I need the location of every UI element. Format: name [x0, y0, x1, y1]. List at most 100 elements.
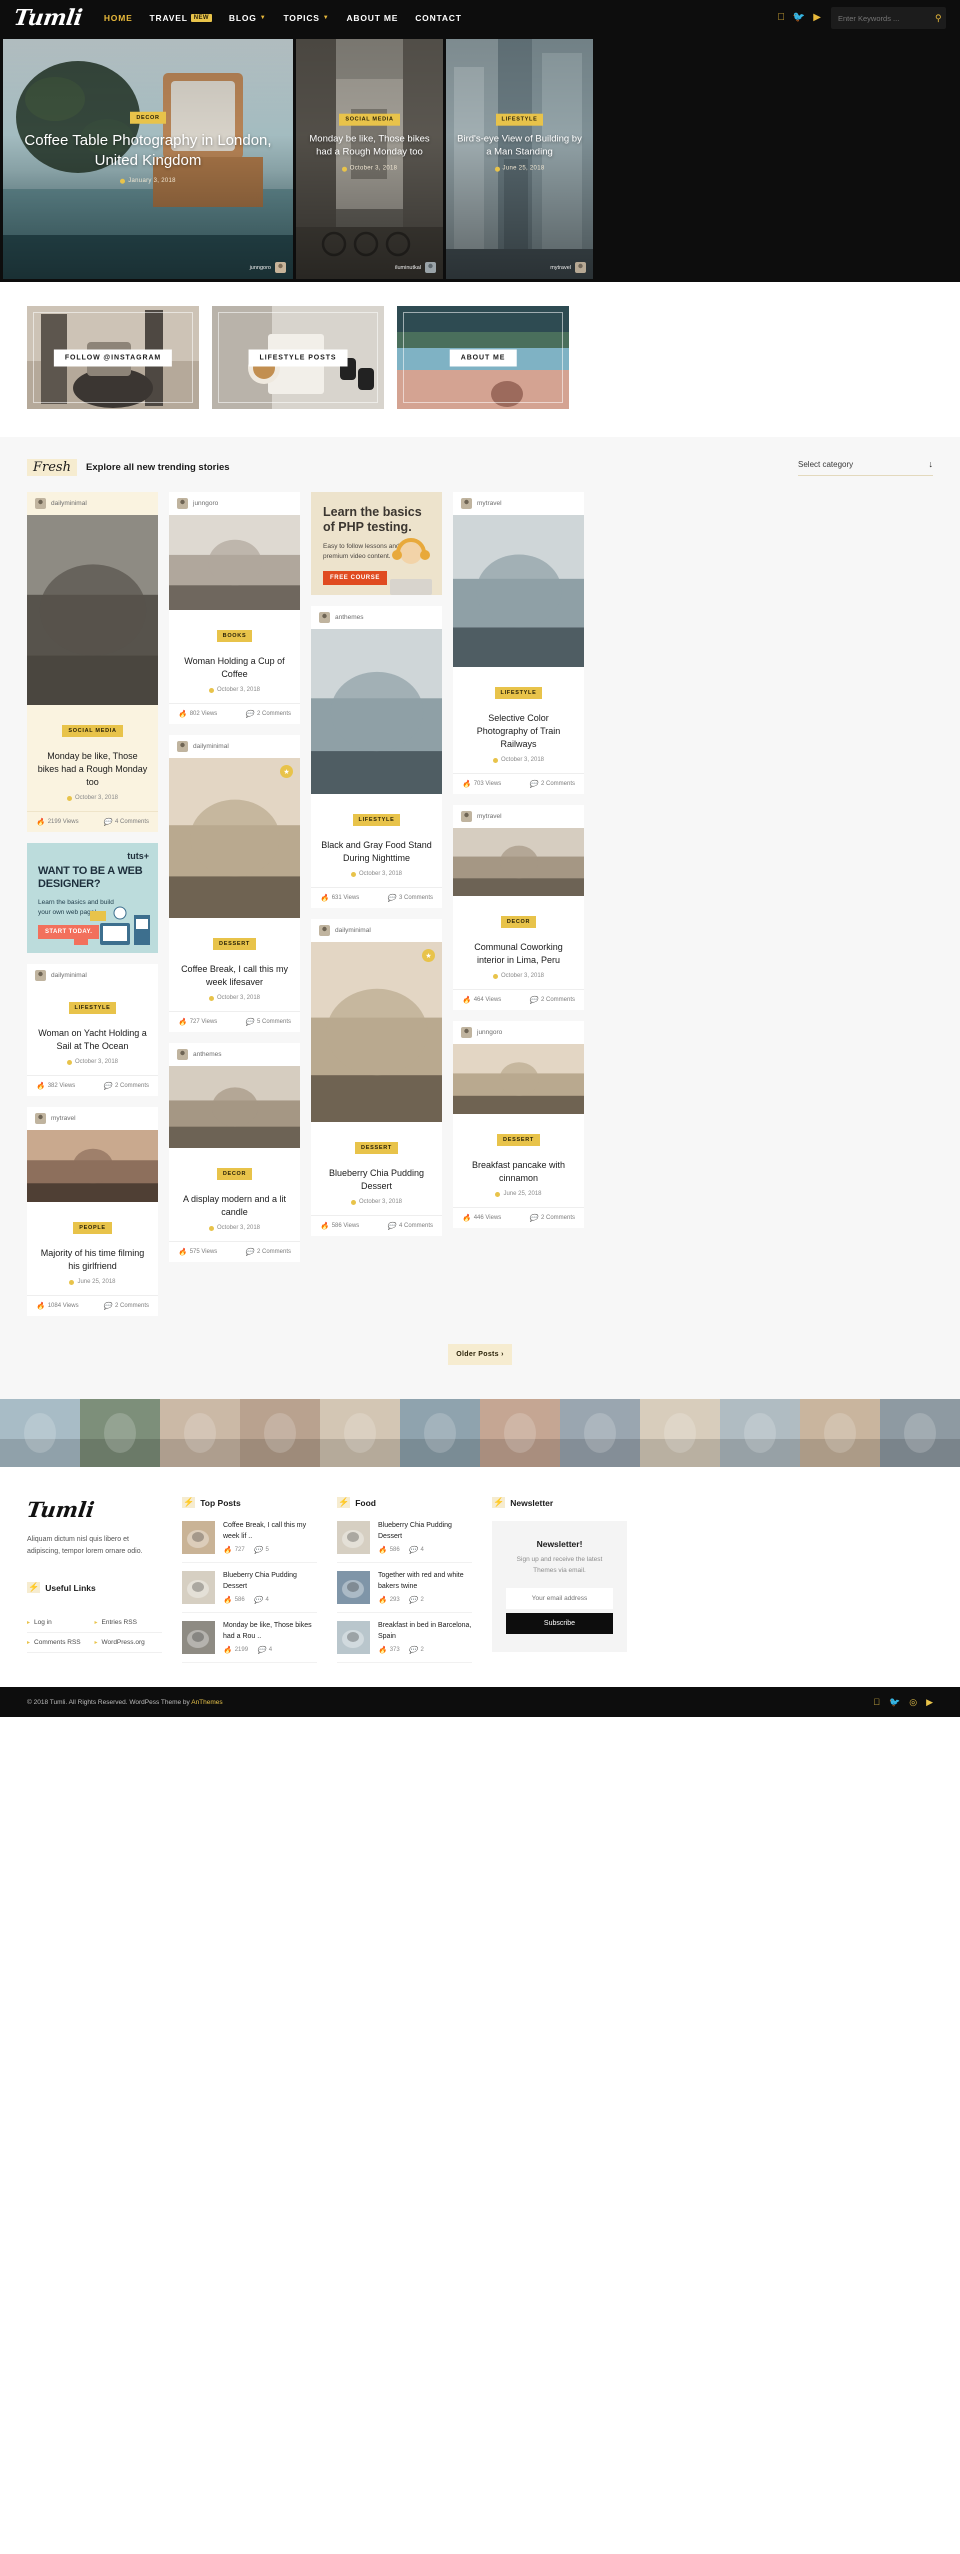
hero-title-1[interactable]: Coffee Table Photography in London, Unit…	[19, 130, 277, 171]
hero-title-3[interactable]: Bird's-eye View of Building by a Man Sta…	[456, 133, 583, 160]
site-logo[interactable]: Tumli	[12, 5, 83, 31]
instagram-thumb[interactable]	[560, 1399, 640, 1468]
post-title[interactable]: Woman on Yacht Holding a Sail at The Oce…	[37, 1027, 148, 1053]
instagram-thumb[interactable]	[0, 1399, 80, 1468]
useful-link[interactable]: ▸ WordPress.org	[94, 1633, 162, 1654]
footer-post-thumbnail[interactable]	[182, 1571, 215, 1605]
hero-title-2[interactable]: Monday be like, Those bikes had a Rough …	[306, 133, 433, 160]
post-category[interactable]: LIFESTYLE	[352, 814, 401, 826]
post-author[interactable]: dailyminimal	[193, 743, 229, 750]
useful-link[interactable]: ▸ Entries RSS	[94, 1613, 162, 1634]
post-category[interactable]: DECOR	[216, 1168, 253, 1181]
post-category[interactable]: DESSERT	[355, 1142, 398, 1155]
category-select[interactable]: Select category ↓	[798, 459, 933, 476]
hero-author-2[interactable]: iluminutkal	[395, 265, 421, 271]
post-card[interactable]: mytravel LIFESTYLE Selective Color Photogr…	[453, 492, 584, 795]
post-card[interactable]: anthemes LIFESTYLE Black and Gray Food Sta…	[311, 606, 442, 909]
ad-php-cta[interactable]: FREE COURSE	[323, 570, 387, 585]
post-author[interactable]: anthemes	[335, 614, 364, 621]
footer-post-title[interactable]: Together with red and white bakers twine	[378, 1571, 472, 1592]
footer-post-row[interactable]: Blueberry Chia Pudding Dessert 🔥 586 💬 4	[182, 1563, 317, 1614]
useful-link[interactable]: ▸ Log in	[27, 1613, 95, 1634]
hero-card-3[interactable]: LIFESTYLE Bird's-eye View of Building by…	[446, 39, 593, 279]
nav-item-about-me[interactable]: ABOUT ME	[346, 13, 398, 23]
promo-label[interactable]: ABOUT ME	[449, 349, 517, 366]
bookmark-icon[interactable]: ★	[422, 949, 435, 963]
facebook-icon[interactable]: 	[873, 1697, 880, 1708]
post-card[interactable]: mytravel PEOPLE Majority of his time filmi…	[27, 1107, 158, 1317]
post-card[interactable]: dailyminimal LIFESTYLE Woman on Yacht Hold…	[27, 964, 158, 1097]
nav-item-home[interactable]: HOME	[104, 13, 133, 23]
post-category[interactable]: LIFESTYLE	[68, 1002, 117, 1015]
footer-logo[interactable]: Tumli	[25, 1497, 164, 1522]
post-category[interactable]: DESSERT	[213, 938, 256, 951]
footer-post-row[interactable]: Monday be like, Those bikes had a Rou ..…	[182, 1613, 317, 1664]
footer-post-thumbnail[interactable]	[182, 1521, 215, 1555]
instagram-icon[interactable]: ◎	[909, 1697, 917, 1708]
post-card[interactable]: dailyminimal SOCIAL MEDIA Monday be like, …	[27, 492, 158, 833]
hero-card-2[interactable]: SOCIAL MEDIA Monday be like, Those bikes…	[296, 39, 443, 279]
nav-item-travel[interactable]: TRAVEL NEW	[150, 13, 212, 23]
older-posts-button[interactable]: Older Posts ›	[448, 1344, 512, 1366]
search-box[interactable]: ⚲	[831, 7, 946, 29]
instagram-thumb[interactable]	[320, 1399, 400, 1468]
post-thumbnail[interactable]	[453, 828, 584, 901]
post-category[interactable]: PEOPLE	[73, 1222, 112, 1235]
post-thumbnail[interactable]	[27, 1130, 158, 1207]
newsletter-email-input[interactable]	[506, 1588, 613, 1610]
post-title[interactable]: A display modern and a lit candle	[179, 1193, 290, 1219]
footer-post-title[interactable]: Coffee Break, I call this my week lif ..	[223, 1521, 317, 1542]
post-author[interactable]: anthemes	[193, 1051, 222, 1058]
footer-post-row[interactable]: Blueberry Chia Pudding Dessert 🔥 586 💬 4	[337, 1521, 472, 1564]
post-thumbnail[interactable]: ★	[311, 942, 442, 1127]
footer-post-title[interactable]: Monday be like, Those bikes had a Rou ..	[223, 1621, 317, 1642]
post-title[interactable]: Monday be like, Those bikes had a Rough …	[37, 750, 148, 789]
hero-card-main[interactable]: DECOR Coffee Table Photography in London…	[3, 39, 293, 279]
youtube-icon[interactable]: ▶	[813, 13, 821, 23]
nav-item-blog[interactable]: BLOG ▼	[229, 13, 267, 23]
post-card[interactable]: junngoro DESSERT Breakfast pancake with ci…	[453, 1021, 584, 1229]
post-title[interactable]: Breakfast pancake with cinnamon	[463, 1159, 574, 1185]
search-input[interactable]	[838, 13, 935, 23]
instagram-thumb[interactable]	[720, 1399, 800, 1468]
search-icon[interactable]: ⚲	[935, 13, 942, 24]
facebook-icon[interactable]: 	[777, 13, 785, 23]
copyright-brand-link[interactable]: AnThemes	[191, 1699, 222, 1706]
instagram-thumb[interactable]	[880, 1399, 960, 1468]
nav-item-topics[interactable]: TOPICS ▼	[283, 13, 329, 23]
post-title[interactable]: Selective Color Photography of Train Rai…	[463, 712, 574, 751]
post-author[interactable]: dailyminimal	[51, 500, 87, 507]
post-category[interactable]: LIFESTYLE	[494, 687, 543, 699]
post-thumbnail[interactable]	[453, 515, 584, 672]
nav-item-contact[interactable]: CONTACT	[415, 13, 462, 23]
instagram-thumb[interactable]	[240, 1399, 320, 1468]
twitter-icon[interactable]: 🐦	[793, 13, 805, 23]
instagram-thumb[interactable]	[160, 1399, 240, 1468]
post-card[interactable]: mytravel DECOR Communal Coworking interior…	[453, 805, 584, 1011]
footer-post-row[interactable]: Together with red and white bakers twine…	[337, 1563, 472, 1614]
youtube-icon[interactable]: ▶	[926, 1697, 933, 1708]
promo-box-3[interactable]: ABOUT ME	[397, 306, 569, 409]
footer-post-thumbnail[interactable]	[182, 1621, 215, 1655]
post-title[interactable]: Communal Coworking interior in Lima, Per…	[463, 941, 574, 967]
post-card[interactable]: junngoro BOOKS Woman Holding a Cup of Coff…	[169, 492, 300, 725]
footer-post-thumbnail[interactable]	[337, 1571, 370, 1605]
promo-box-1[interactable]: FOLLOW @INSTAGRAM	[27, 306, 199, 409]
post-thumbnail[interactable]	[169, 515, 300, 615]
post-author[interactable]: junngoro	[193, 500, 218, 507]
post-title[interactable]: Woman Holding a Cup of Coffee	[179, 655, 290, 681]
footer-post-thumbnail[interactable]	[337, 1621, 370, 1655]
post-category[interactable]: DECOR	[500, 916, 537, 929]
instagram-thumb[interactable]	[480, 1399, 560, 1468]
ad-php-testing[interactable]: Learn the basics of PHP testing. Easy to …	[311, 492, 442, 595]
post-title[interactable]: Coffee Break, I call this my week lifesa…	[179, 963, 290, 989]
post-thumbnail[interactable]: ★	[169, 758, 300, 923]
post-title[interactable]: Majority of his time filming his girlfri…	[37, 1247, 148, 1273]
bookmark-icon[interactable]: ★	[280, 765, 293, 779]
hero-category-3[interactable]: LIFESTYLE	[495, 113, 544, 126]
instagram-thumb[interactable]	[80, 1399, 160, 1468]
instagram-thumb[interactable]	[800, 1399, 880, 1468]
hero-author-1[interactable]: junngoro	[250, 265, 271, 271]
footer-post-title[interactable]: Blueberry Chia Pudding Dessert	[223, 1571, 317, 1592]
post-title[interactable]: Blueberry Chia Pudding Dessert	[321, 1167, 432, 1193]
